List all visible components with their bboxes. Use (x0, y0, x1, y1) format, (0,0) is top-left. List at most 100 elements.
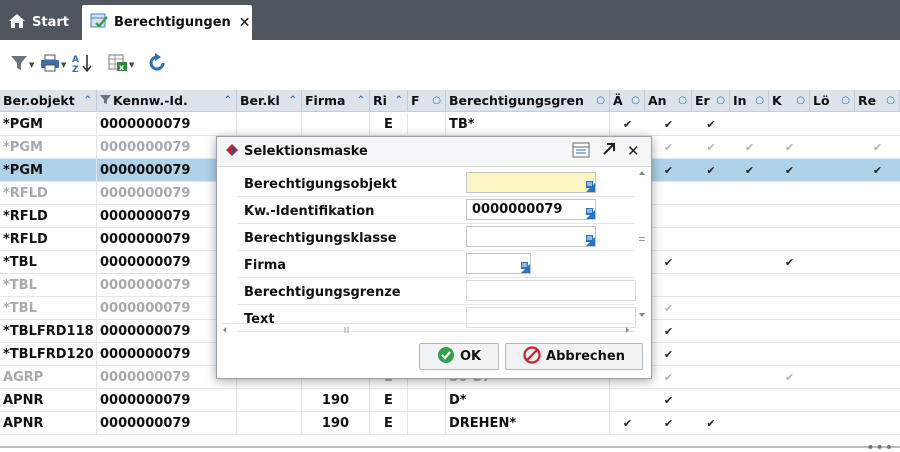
checkmark-icon: ✔ (784, 256, 795, 269)
empty-cell (855, 343, 900, 366)
print-icon (40, 54, 60, 76)
dialog-vertical-scrollbar[interactable] (635, 169, 649, 319)
column-menu-icon[interactable]: ○ (716, 95, 725, 106)
table-cell: E (370, 113, 408, 136)
excel-export-button[interactable]: x ▼ (108, 54, 134, 76)
list-icon[interactable] (586, 229, 593, 242)
column-header[interactable]: In ○ (730, 90, 769, 112)
list-icon[interactable] (586, 202, 593, 215)
table-cell: *RFLD (0, 182, 97, 205)
cancel-button[interactable]: Abbrechen (505, 343, 643, 370)
column-menu-icon[interactable]: ○ (631, 95, 640, 106)
column-header-label: F (411, 93, 420, 108)
filter-button[interactable]: ▼ (10, 54, 34, 76)
empty-cell (692, 251, 730, 274)
empty-cell (692, 320, 730, 343)
column-header[interactable]: Ä ○ (610, 90, 645, 112)
empty-cell (769, 228, 810, 251)
field-input[interactable] (466, 226, 596, 247)
checkmark-icon: ✔ (744, 164, 755, 177)
refresh-button[interactable] (146, 53, 168, 76)
empty-cell (810, 412, 855, 435)
sort-icon[interactable]: ⌃ (224, 95, 232, 106)
app-logo-icon (225, 143, 239, 161)
column-header-label: Ber.objekt (3, 93, 75, 108)
dialog-horizontal-scrollbar[interactable] (221, 323, 633, 335)
column-menu-icon[interactable]: ○ (841, 95, 850, 106)
field-input[interactable] (466, 280, 636, 301)
sort-asc-icon[interactable]: ⌃ (84, 95, 92, 106)
ok-button[interactable]: OK (419, 343, 499, 370)
column-header[interactable]: An ○ (645, 90, 692, 112)
column-header[interactable]: Ber.objekt ⌃ (0, 90, 97, 112)
tab-start[interactable]: Start (8, 5, 69, 40)
column-menu-icon[interactable]: ○ (886, 95, 895, 106)
empty-cell (769, 320, 810, 343)
close-icon[interactable]: ✕ (627, 142, 640, 160)
table-row[interactable]: APNR 0000000079 190 E D* ✔ (0, 389, 900, 412)
column-header[interactable]: Ri ⌃ (370, 90, 408, 112)
empty-cell (645, 228, 692, 251)
checkmark-icon: ✔ (706, 118, 716, 131)
table-row[interactable]: *PGM 0000000079 E TB* ✔ ✔ ✔ (0, 113, 900, 136)
sort-icon[interactable]: ⌃ (357, 95, 365, 106)
dialog-title: Selektionsmaske (244, 144, 368, 159)
list-icon[interactable] (521, 256, 528, 269)
print-button[interactable]: ▼ (40, 54, 66, 76)
column-header[interactable]: Firma ⌃ (302, 90, 370, 112)
empty-cell (730, 205, 769, 228)
column-menu-icon[interactable]: ○ (796, 95, 805, 106)
field-label: Berechtigungsobjekt (244, 177, 397, 192)
column-header[interactable]: Re ○ (855, 90, 900, 112)
column-header[interactable]: Berechtigungsgren ○ (446, 90, 610, 112)
svg-text:x: x (119, 63, 125, 72)
checkmark-icon: ✔ (663, 256, 674, 269)
maximize-icon[interactable] (602, 142, 616, 160)
sort-icon[interactable]: ⌃ (289, 95, 297, 106)
list-icon[interactable] (586, 175, 593, 188)
field-label: Berechtigungsgrenze (244, 285, 401, 300)
column-menu-icon[interactable]: ○ (755, 95, 764, 106)
tab-berechtigungen[interactable]: Berechtigungen ✕ (82, 5, 252, 40)
column-header[interactable]: F ○ (408, 90, 446, 112)
checkmark-icon: ✔ (784, 164, 795, 177)
column-menu-icon[interactable]: ○ (432, 95, 441, 106)
tab-berechtigungen-label: Berechtigungen (114, 15, 231, 30)
empty-cell (645, 182, 692, 205)
empty-cell (730, 343, 769, 366)
empty-cell (692, 343, 730, 366)
table-cell: *PGM (0, 159, 97, 182)
checkmark-icon: ✔ (706, 141, 716, 154)
empty-cell (855, 205, 900, 228)
excel-export-icon: x (108, 54, 128, 76)
layout-icon[interactable] (572, 142, 590, 162)
field-input[interactable]: 0000000079 (466, 199, 596, 220)
column-header[interactable]: Kennw.-Id. ⌃ (97, 90, 237, 112)
empty-cell (692, 182, 730, 205)
column-menu-icon[interactable]: ○ (596, 95, 605, 106)
column-header[interactable]: Ber.kl ⌃ (237, 90, 302, 112)
more-icon[interactable]: ••• (866, 440, 894, 452)
column-header[interactable]: K ○ (769, 90, 810, 112)
field-input[interactable] (466, 253, 531, 274)
empty-cell (730, 320, 769, 343)
table-cell (408, 412, 446, 435)
close-icon[interactable]: ✕ (239, 15, 251, 31)
dialog-field-row: Berechtigungsklasse (237, 224, 635, 251)
empty-cell (810, 389, 855, 412)
sort-button[interactable]: AZ (72, 54, 94, 76)
column-header-label: Re (858, 93, 877, 108)
sort-icon[interactable]: ⌃ (395, 95, 403, 106)
checkmark-icon: ✔ (663, 164, 674, 177)
table-cell: *TBL (0, 297, 97, 320)
field-input[interactable] (466, 172, 596, 193)
empty-cell (855, 251, 900, 274)
column-menu-icon[interactable]: ○ (678, 95, 687, 106)
table-cell (408, 113, 446, 136)
column-header[interactable]: Er ○ (692, 90, 730, 112)
column-header[interactable]: Lö ○ (810, 90, 855, 112)
empty-cell (730, 182, 769, 205)
checkmark-icon: ✔ (622, 118, 633, 131)
table-cell: *PGM (0, 136, 97, 159)
table-row[interactable]: APNR 0000000079 190 E DREHEN* ✔ ✔ ✔ (0, 412, 900, 435)
